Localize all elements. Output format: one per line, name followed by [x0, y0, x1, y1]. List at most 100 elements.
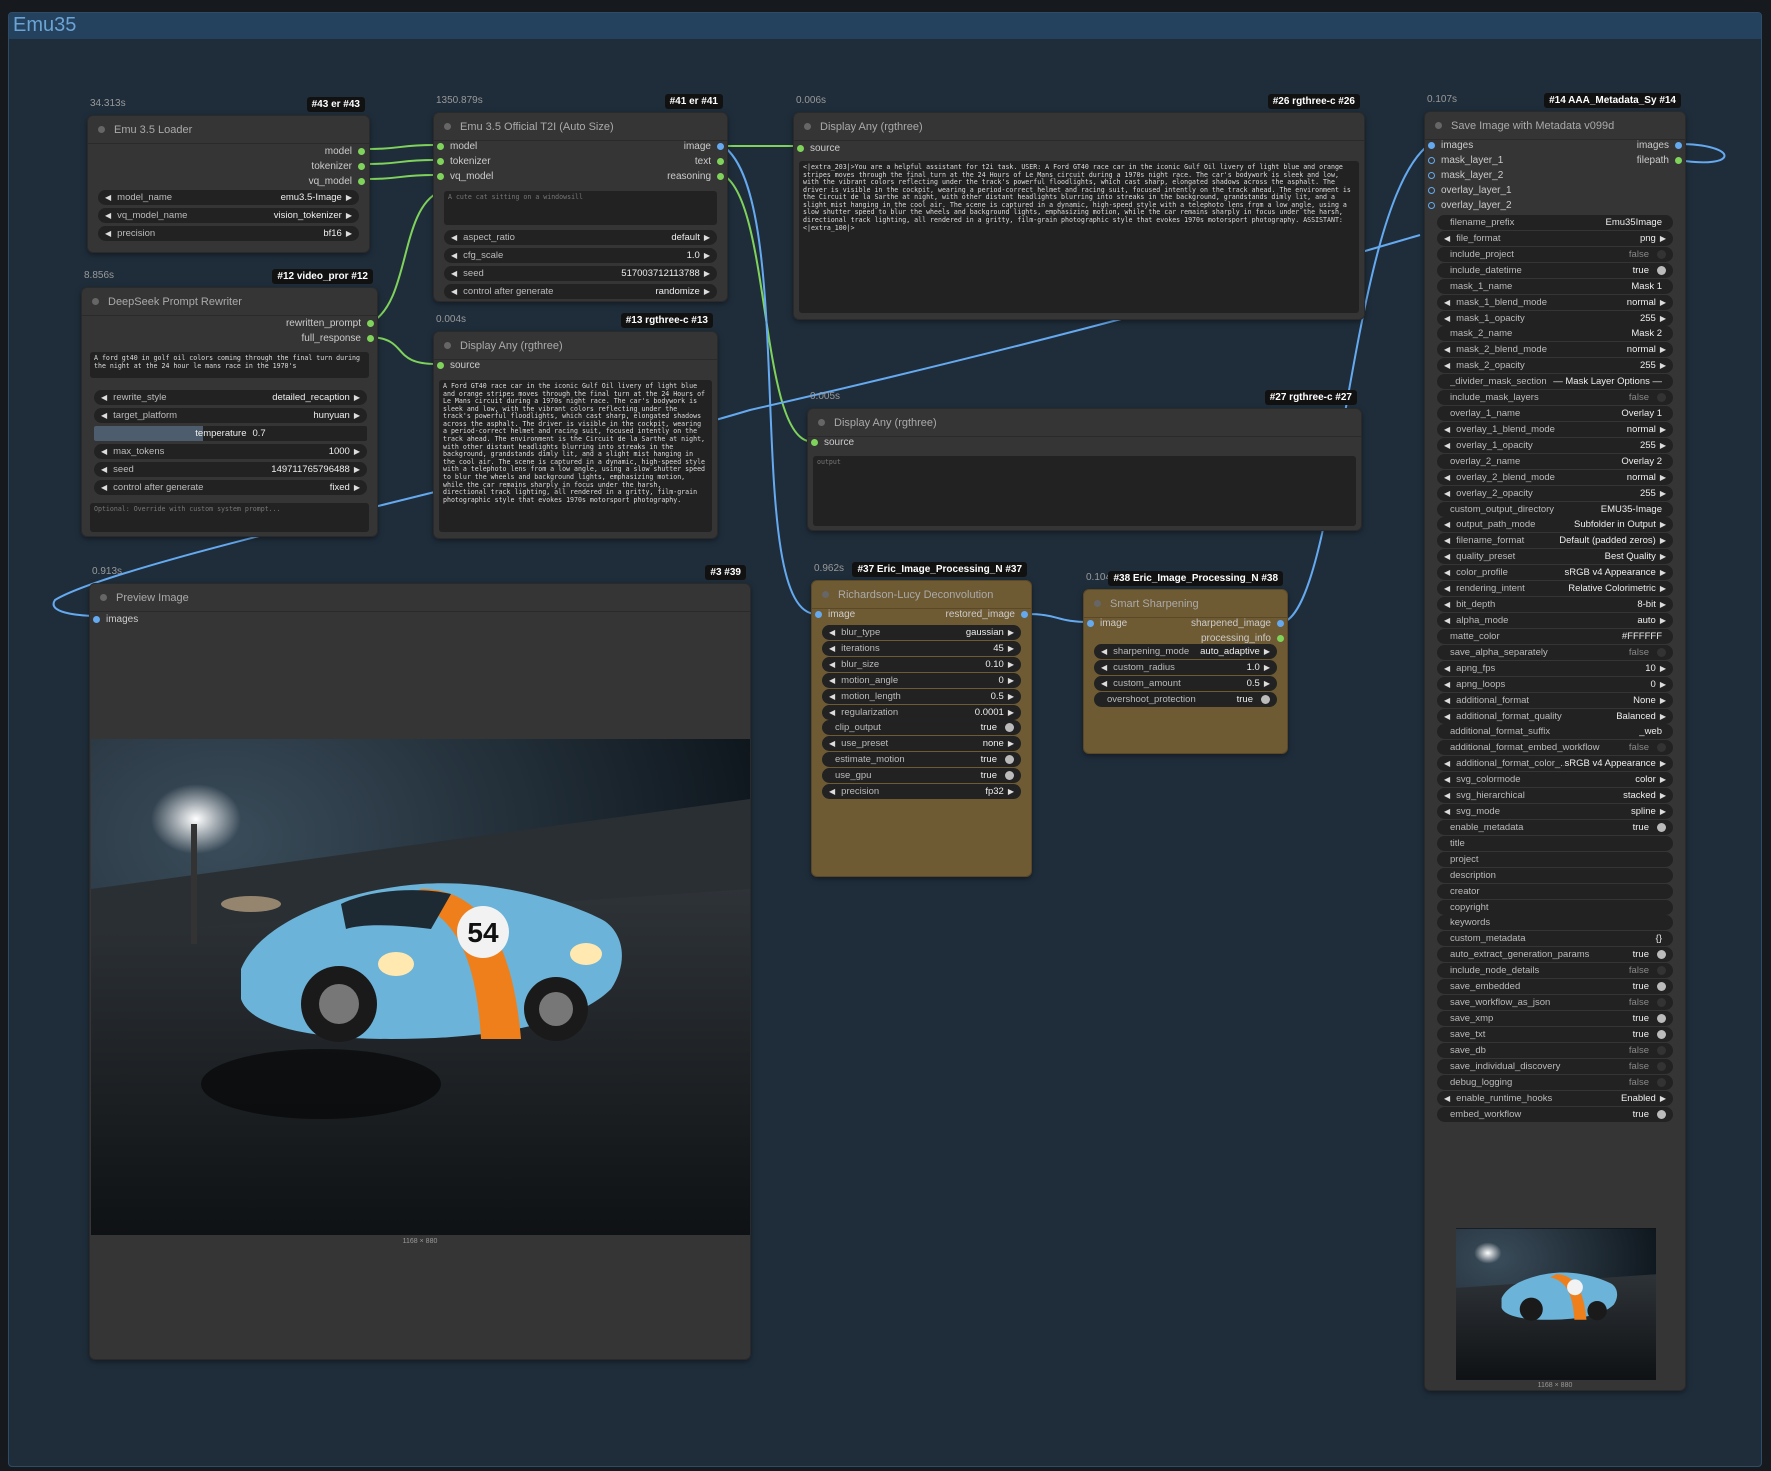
output-slot-processing-info[interactable]: processing_info — [1201, 633, 1284, 644]
node-display-any-13[interactable]: 0.004s #13 rgthree-c #13 Display Any (rg… — [433, 313, 718, 539]
output-slot-text[interactable]: text — [695, 156, 724, 167]
left-arrow-icon[interactable]: ◀ — [1444, 600, 1450, 609]
input-slot-image[interactable]: image — [1087, 618, 1127, 629]
widget-seed[interactable]: ◀ seed 149711765796488 ▶ — [94, 462, 367, 477]
output-slot-tokenizer[interactable]: tokenizer — [311, 161, 365, 172]
node-save-image-metadata[interactable]: 0.107s #14 AAA_Metadata_Sy #14 Save Imag… — [1424, 93, 1686, 1391]
left-arrow-icon[interactable]: ◀ — [1101, 679, 1107, 688]
widget-mask-1-name[interactable]: mask_1_name Mask 1 — [1437, 278, 1673, 294]
widget-additional-format-color[interactable]: ◀ additional_format_color_... sRGB v4 Appe… — [1437, 756, 1673, 772]
widget-include-mask-layers[interactable]: include_mask_layers false — [1437, 390, 1673, 406]
display-output-text[interactable]: output — [813, 456, 1356, 526]
widget-apng-fps[interactable]: ◀ apng_fps 10 ▶ — [1437, 660, 1673, 676]
widget-seed[interactable]: ◀ seed 517003712113788 ▶ — [444, 266, 717, 281]
widget-overlay-1-name[interactable]: overlay_1_name Overlay 1 — [1437, 406, 1673, 422]
widget-target-platform[interactable]: ◀ target_platform hunyuan ▶ — [94, 408, 367, 423]
slot-dot-icon[interactable] — [1277, 635, 1284, 642]
widget-blur-size[interactable]: ◀ blur_size 0.10 ▶ — [822, 656, 1021, 672]
widget-custom-radius[interactable]: ◀ custom_radius 1.0 ▶ — [1094, 660, 1277, 675]
widget-bit-depth[interactable]: ◀ bit_depth 8-bit ▶ — [1437, 597, 1673, 613]
widget-overlay-1-opacity[interactable]: ◀ overlay_1_opacity 255 ▶ — [1437, 437, 1673, 453]
right-arrow-icon[interactable]: ▶ — [346, 193, 352, 202]
slider-temperature[interactable]: temperature 0.7 — [94, 426, 367, 441]
widget-save-workflow-as-json[interactable]: save_workflow_as_json false — [1437, 995, 1673, 1011]
prompt-textarea[interactable]: A ford gt40 in golf oil colors coming th… — [90, 352, 369, 378]
right-arrow-icon[interactable]: ▶ — [1660, 791, 1666, 800]
left-arrow-icon[interactable]: ◀ — [1444, 568, 1450, 577]
right-arrow-icon[interactable]: ▶ — [1660, 489, 1666, 498]
left-arrow-icon[interactable]: ◀ — [1444, 696, 1450, 705]
widget-include-datetime[interactable]: include_datetime true — [1437, 262, 1673, 278]
right-arrow-icon[interactable]: ▶ — [1008, 628, 1014, 637]
widget-quality-preset[interactable]: ◀ quality_preset Best Quality ▶ — [1437, 549, 1673, 565]
slot-dot-icon[interactable] — [367, 320, 374, 327]
output-slot-reasoning[interactable]: reasoning — [667, 171, 724, 182]
widget-mask-2-blend-mode[interactable]: ◀ mask_2_blend_mode normal ▶ — [1437, 342, 1673, 358]
left-arrow-icon[interactable]: ◀ — [1444, 1094, 1450, 1103]
right-arrow-icon[interactable]: ▶ — [346, 229, 352, 238]
left-arrow-icon[interactable]: ◀ — [1444, 361, 1450, 370]
input-slot-source[interactable]: source — [811, 437, 854, 448]
prompt-textarea[interactable]: A cute cat sitting on a windowsill — [444, 191, 717, 225]
input-slot-overlay-layer-2[interactable]: overlay_layer_2 — [1428, 200, 1512, 211]
widget-aspect-ratio[interactable]: ◀ aspect_ratio default ▶ — [444, 230, 717, 245]
left-arrow-icon[interactable]: ◀ — [829, 708, 835, 717]
right-arrow-icon[interactable]: ▶ — [1660, 759, 1666, 768]
left-arrow-icon[interactable]: ◀ — [1444, 775, 1450, 784]
widget-title[interactable]: title — [1437, 835, 1673, 851]
widget-custom-metadata[interactable]: custom_metadata {} — [1437, 931, 1673, 947]
left-arrow-icon[interactable]: ◀ — [1101, 663, 1107, 672]
widget-apng-loops[interactable]: ◀ apng_loops 0 ▶ — [1437, 676, 1673, 692]
widget-motion-length[interactable]: ◀ motion_length 0.5 ▶ — [822, 688, 1021, 704]
widget-mask-1-blend-mode[interactable]: ◀ mask_1_blend_mode normal ▶ — [1437, 294, 1673, 310]
widget-save-alpha-separately[interactable]: save_alpha_separately false — [1437, 644, 1673, 660]
collapse-dot-icon[interactable] — [100, 594, 107, 601]
left-arrow-icon[interactable]: ◀ — [1444, 314, 1450, 323]
widget-auto-extract-generation-params[interactable]: auto_extract_generation_params true — [1437, 947, 1673, 963]
toggle-knob-icon[interactable] — [1657, 1045, 1666, 1055]
slot-dot-icon[interactable] — [1428, 142, 1435, 149]
slot-dot-icon[interactable] — [717, 143, 724, 150]
widget-save-embedded[interactable]: save_embedded true — [1437, 979, 1673, 995]
widget-custom-output-directory[interactable]: custom_output_directory EMU35-Image — [1437, 501, 1673, 517]
widget-include-project[interactable]: include_project false — [1437, 246, 1673, 262]
right-arrow-icon[interactable]: ▶ — [1660, 584, 1666, 593]
node-richardson-lucy[interactable]: 0.962s #37 Eric_Image_Processing_N #37 R… — [811, 562, 1032, 877]
right-arrow-icon[interactable]: ▶ — [1660, 473, 1666, 482]
toggle-knob-icon[interactable] — [1657, 950, 1666, 960]
toggle-knob-icon[interactable] — [1657, 982, 1666, 992]
widget-creator[interactable]: creator — [1437, 883, 1673, 899]
right-arrow-icon[interactable]: ▶ — [1660, 441, 1666, 450]
collapse-dot-icon[interactable] — [98, 126, 105, 133]
widget-use-preset[interactable]: ◀ use_preset none ▶ — [822, 736, 1021, 752]
widget-output-path-mode[interactable]: ◀ output_path_mode Subfolder in Output ▶ — [1437, 517, 1673, 533]
slot-dot-icon[interactable] — [358, 178, 365, 185]
widget-save-db[interactable]: save_db false — [1437, 1042, 1673, 1058]
system-prompt-textarea[interactable]: Optional: Override with custom system pr… — [90, 503, 369, 532]
left-arrow-icon[interactable]: ◀ — [829, 692, 835, 701]
collapse-dot-icon[interactable] — [92, 298, 99, 305]
slot-dot-icon[interactable] — [1021, 611, 1028, 618]
slot-dot-icon[interactable] — [437, 143, 444, 150]
widget-svg-mode[interactable]: ◀ svg_mode spline ▶ — [1437, 804, 1673, 820]
right-arrow-icon[interactable]: ▶ — [1660, 807, 1666, 816]
right-arrow-icon[interactable]: ▶ — [1660, 234, 1666, 243]
toggle-knob-icon[interactable] — [1657, 1029, 1666, 1039]
right-arrow-icon[interactable]: ▶ — [1660, 680, 1666, 689]
right-arrow-icon[interactable]: ▶ — [704, 287, 710, 296]
node-display-any-26[interactable]: 0.006s #26 rgthree-c #26 Display Any (rg… — [793, 94, 1365, 320]
input-slot-mask-layer-1[interactable]: mask_layer_1 — [1428, 155, 1503, 166]
collapse-dot-icon[interactable] — [1094, 600, 1101, 607]
right-arrow-icon[interactable]: ▶ — [1008, 644, 1014, 653]
widget-control-after-generate[interactable]: ◀ control after generate fixed ▶ — [94, 480, 367, 495]
toggle-knob-icon[interactable] — [1657, 1109, 1666, 1119]
slot-dot-icon[interactable] — [1277, 620, 1284, 627]
left-arrow-icon[interactable]: ◀ — [829, 787, 835, 796]
input-slot-mask-layer-2[interactable]: mask_layer_2 — [1428, 170, 1503, 181]
widget-matte-color[interactable]: matte_color #FFFFFF — [1437, 628, 1673, 644]
node-header[interactable]: Preview Image — [90, 584, 750, 612]
left-arrow-icon[interactable]: ◀ — [829, 676, 835, 685]
slot-dot-icon[interactable] — [367, 335, 374, 342]
widget-svg-colormode[interactable]: ◀ svg_colormode color ▶ — [1437, 772, 1673, 788]
left-arrow-icon[interactable]: ◀ — [1444, 441, 1450, 450]
